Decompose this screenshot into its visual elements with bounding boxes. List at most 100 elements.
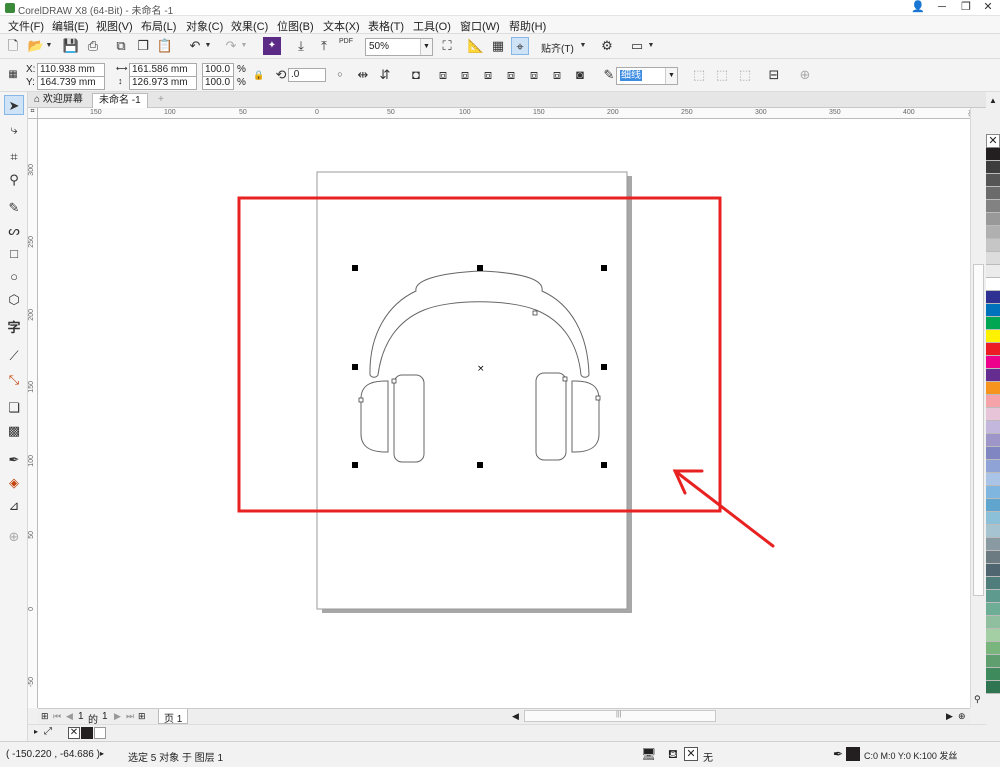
- eyedropper-icon[interactable]: ⤢: [44, 726, 52, 737]
- ellipse-tool-icon[interactable]: ○: [4, 267, 24, 287]
- menu-tools[interactable]: 工具(O): [411, 17, 453, 35]
- simplify-icon[interactable]: ⧈: [502, 66, 520, 84]
- menu-file[interactable]: 文件(F): [6, 17, 46, 35]
- palette-swatch[interactable]: [986, 681, 1000, 694]
- outline-width-select[interactable]: 细线 ▼: [616, 67, 678, 85]
- align-distribute-icon[interactable]: ⊟: [765, 66, 783, 84]
- rectangle-tool-icon[interactable]: □: [4, 244, 24, 264]
- show-grid-icon[interactable]: ▦: [489, 37, 507, 55]
- snap-dropdown-chevron-icon[interactable]: ▼: [578, 37, 588, 55]
- trim-icon[interactable]: ⧈: [456, 66, 474, 84]
- undo-icon[interactable]: ↶: [186, 37, 204, 55]
- shape-tool-icon[interactable]: ⤷: [4, 120, 24, 140]
- scale-x-field[interactable]: 100.0: [202, 63, 234, 77]
- palette-swatch[interactable]: [986, 512, 1000, 525]
- palette-swatch[interactable]: [986, 200, 1000, 213]
- palette-swatch[interactable]: [986, 278, 1000, 291]
- drawing-canvas[interactable]: ×: [38, 119, 970, 708]
- height-field[interactable]: 126.973 mm: [129, 76, 197, 90]
- selection-handle-bottom-right[interactable]: [601, 462, 607, 468]
- full-screen-icon[interactable]: ⛶: [438, 37, 456, 55]
- palette-swatch[interactable]: [986, 486, 1000, 499]
- close-button[interactable]: ✕: [976, 0, 1000, 16]
- show-rulers-icon[interactable]: 📐: [467, 37, 485, 55]
- import-icon[interactable]: ⤓: [292, 37, 310, 55]
- open-folder-icon[interactable]: 📂: [27, 37, 45, 55]
- weld-icon[interactable]: ⧈: [434, 66, 452, 84]
- freehand-tool-icon[interactable]: ✎: [4, 198, 24, 218]
- front-minus-back-icon[interactable]: ⧈: [525, 66, 543, 84]
- vertical-scroll-thumb[interactable]: [973, 264, 984, 596]
- user-icon[interactable]: 👤: [906, 0, 930, 16]
- palette-swatch[interactable]: [986, 382, 1000, 395]
- scroll-left-icon[interactable]: ◀: [512, 711, 519, 722]
- redo-dropdown-chevron-icon[interactable]: ▼: [239, 37, 249, 55]
- zoom-tool-icon[interactable]: ⚲: [4, 170, 24, 190]
- selection-handle-bottom-left[interactable]: [352, 462, 358, 468]
- palette-swatch[interactable]: [986, 187, 1000, 200]
- outline-pen-status-icon[interactable]: ✒: [833, 747, 843, 761]
- palette-swatch[interactable]: [986, 668, 1000, 681]
- doc-swatch-white[interactable]: [94, 727, 106, 739]
- transparency-tool-icon[interactable]: ▩: [4, 421, 24, 441]
- copy-icon[interactable]: ❐: [134, 37, 152, 55]
- next-page-icon[interactable]: ▶: [114, 711, 121, 722]
- palette-swatch[interactable]: [986, 577, 1000, 590]
- palette-swatch[interactable]: [986, 408, 1000, 421]
- palette-swatch[interactable]: [986, 317, 1000, 330]
- boundary-icon[interactable]: ◙: [571, 66, 589, 84]
- palette-swatch[interactable]: [986, 304, 1000, 317]
- selection-handle-top-left[interactable]: [352, 265, 358, 271]
- intersect-icon[interactable]: ⧈: [479, 66, 497, 84]
- scale-y-field[interactable]: 100.0: [202, 76, 234, 90]
- palette-swatch[interactable]: [986, 291, 1000, 304]
- palette-swatch[interactable]: [986, 499, 1000, 512]
- horizontal-scroll-thumb[interactable]: |||: [524, 710, 716, 722]
- vertical-scrollbar[interactable]: ⚲: [970, 108, 986, 708]
- vertical-ruler[interactable]: 300 250 200 150 100 50 0 -50: [28, 119, 38, 708]
- drop-shadow-tool-icon[interactable]: ❏: [4, 398, 24, 418]
- horizontal-ruler[interactable]: 150 100 50 0 50 100 150 200 250 300 350 …: [38, 108, 986, 119]
- lock-ratio-icon[interactable]: 🔒: [250, 66, 268, 84]
- application-launcher-icon[interactable]: ▭: [628, 37, 646, 55]
- combine-icon[interactable]: ◘: [407, 66, 425, 84]
- palette-swatch[interactable]: [986, 460, 1000, 473]
- color-eyedropper-tool-icon[interactable]: ✒: [4, 450, 24, 470]
- menu-bitmaps[interactable]: 位图(B): [275, 17, 316, 35]
- previous-page-icon[interactable]: ◀: [66, 711, 73, 722]
- x-position-field[interactable]: 110.938 mm: [37, 63, 105, 77]
- menu-view[interactable]: 视图(V): [94, 17, 135, 35]
- color-proof-icon[interactable]: 🖥: [641, 747, 656, 761]
- search-content-icon[interactable]: ✦: [263, 37, 281, 55]
- palette-swatch[interactable]: [986, 213, 1000, 226]
- palette-swatch[interactable]: [986, 447, 1000, 460]
- document-palette-menu-icon[interactable]: ▸: [34, 727, 38, 736]
- navigator-icon[interactable]: ⊕: [958, 711, 966, 722]
- palette-swatch[interactable]: [986, 148, 1000, 161]
- last-page-icon[interactable]: ⏭: [126, 711, 134, 722]
- zoom-fit-icon[interactable]: ⚲: [974, 694, 981, 705]
- print-icon[interactable]: ⎙: [84, 37, 102, 55]
- object-origin-icon[interactable]: ▦: [4, 66, 22, 84]
- menu-window[interactable]: 窗口(W): [458, 17, 502, 35]
- palette-swatch[interactable]: [986, 590, 1000, 603]
- palette-swatch[interactable]: [986, 395, 1000, 408]
- palette-swatch[interactable]: [986, 265, 1000, 278]
- menu-text[interactable]: 文本(X): [321, 17, 362, 35]
- snap-to-menu[interactable]: 贴齐(T): [541, 40, 574, 55]
- interactive-fill-tool-icon[interactable]: ◈: [4, 473, 24, 493]
- selection-handle-top[interactable]: [477, 265, 483, 271]
- palette-swatch[interactable]: [986, 226, 1000, 239]
- menu-help[interactable]: 帮助(H): [507, 17, 548, 35]
- launcher-dropdown-chevron-icon[interactable]: ▼: [646, 37, 656, 55]
- show-guidelines-icon[interactable]: ⌖: [511, 37, 529, 55]
- selection-handle-bottom[interactable]: [477, 462, 483, 468]
- back-minus-front-icon[interactable]: ⧈: [548, 66, 566, 84]
- minimize-button[interactable]: ─: [930, 0, 954, 16]
- palette-swatch[interactable]: [986, 239, 1000, 252]
- palette-swatch[interactable]: [986, 356, 1000, 369]
- restore-button[interactable]: ❐: [954, 0, 978, 16]
- tab-document[interactable]: 未命名 -1: [92, 93, 148, 108]
- palette-swatch[interactable]: [986, 538, 1000, 551]
- y-position-field[interactable]: 164.739 mm: [37, 76, 105, 90]
